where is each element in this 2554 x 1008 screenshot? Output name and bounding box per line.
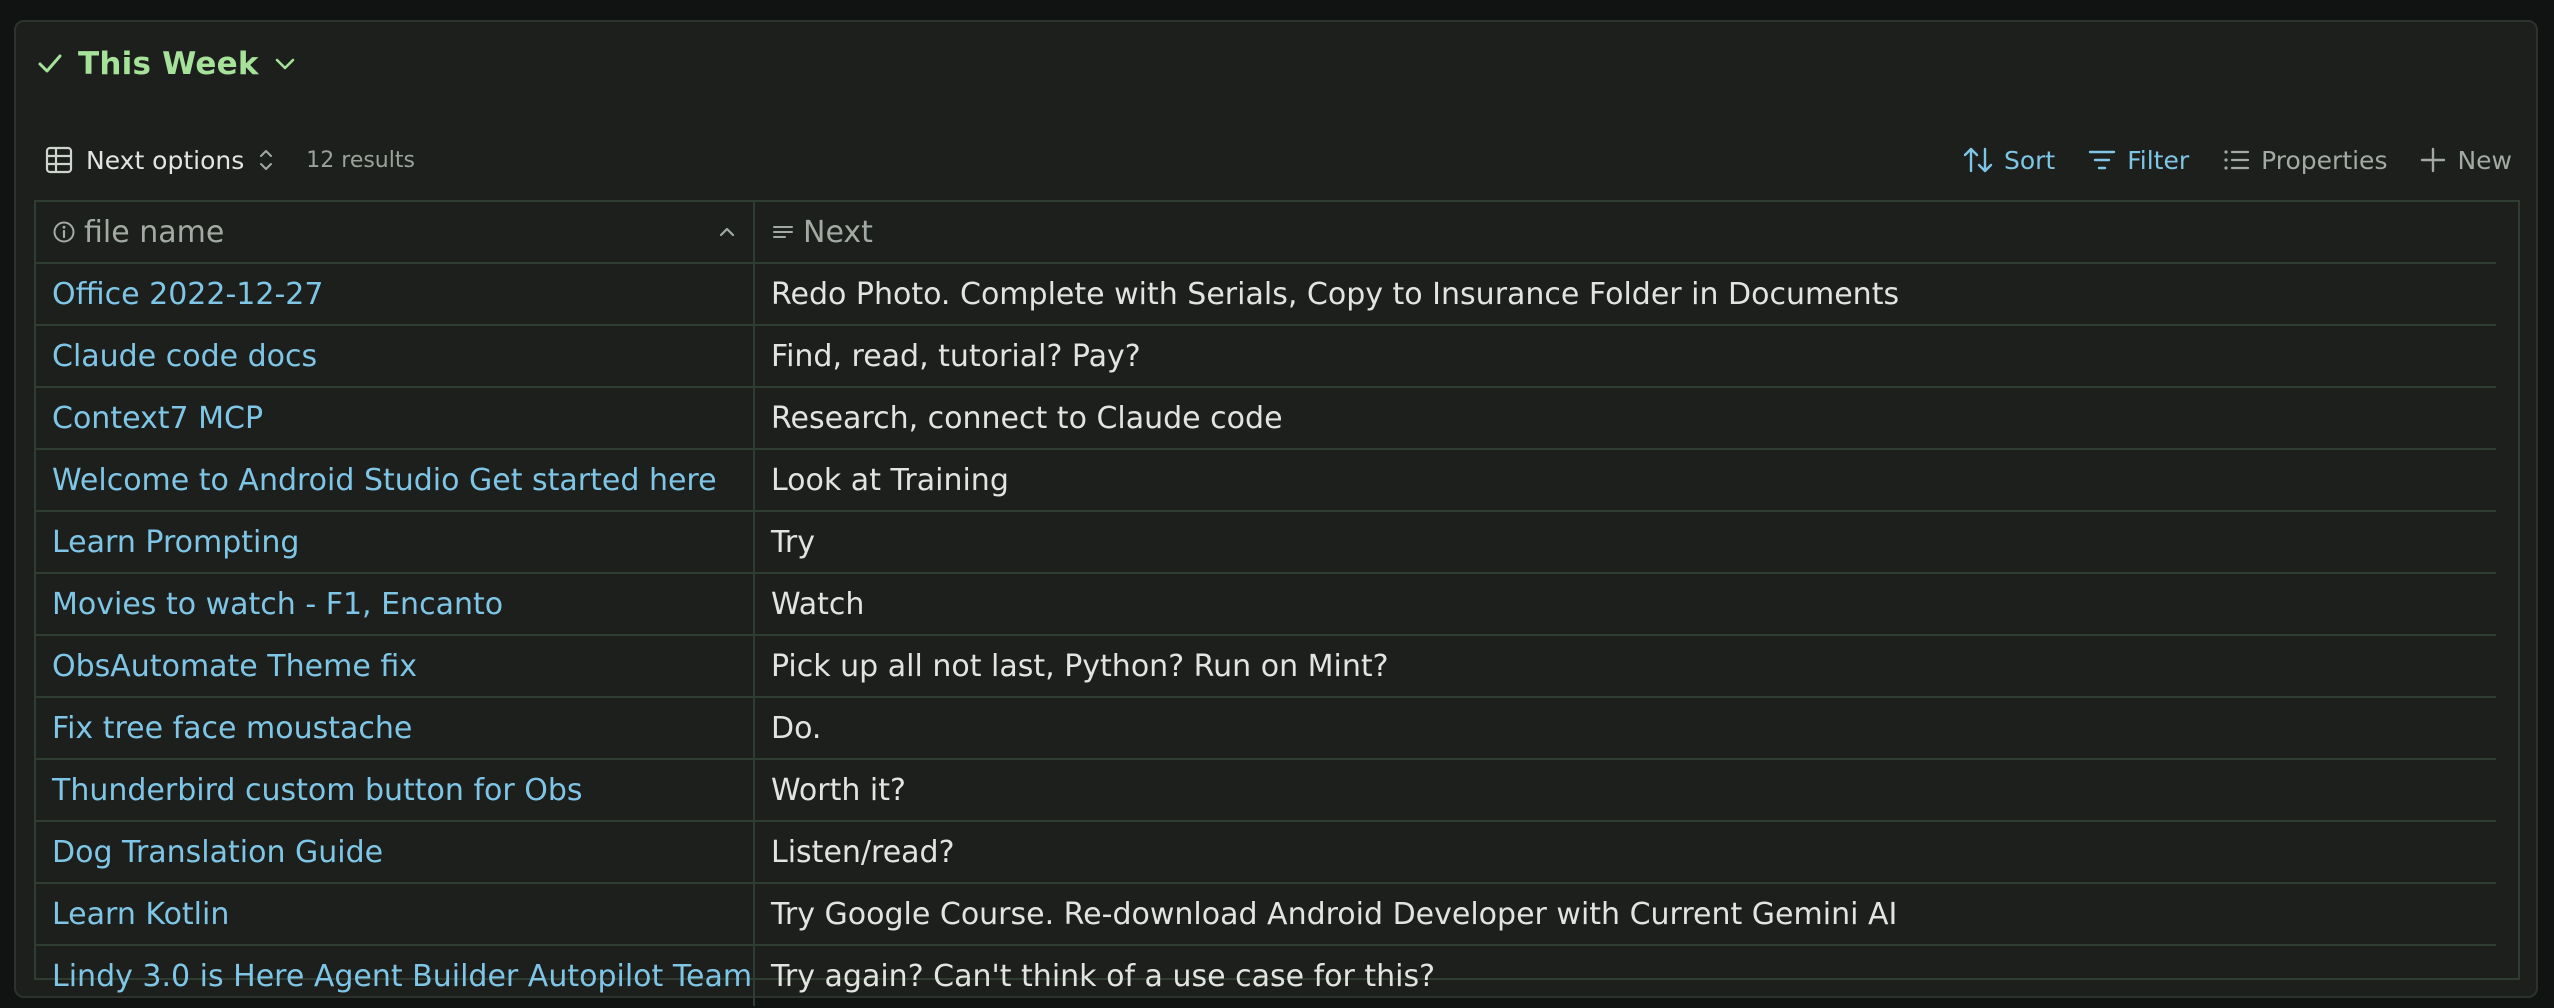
- next-cell[interactable]: Find, read, tutorial? Pay?: [754, 325, 2496, 388]
- table-row[interactable]: Learn Prompting Try: [36, 511, 2496, 574]
- next-cell[interactable]: Try again? Can't think of a use case for…: [754, 945, 2496, 1006]
- table-row[interactable]: Dog Translation Guide Listen/read?: [36, 821, 2496, 884]
- info-icon: [52, 220, 76, 244]
- table-row[interactable]: Claude code docs Find, read, tutorial? P…: [36, 325, 2496, 388]
- column-header-file-name[interactable]: file name: [36, 202, 755, 264]
- table-icon: [44, 145, 74, 175]
- table-row[interactable]: Office 2022-12-27 Redo Photo. Complete w…: [36, 263, 2496, 326]
- next-cell[interactable]: Try: [754, 511, 2496, 574]
- filter-label: Filter: [2127, 145, 2190, 175]
- properties-label: Properties: [2261, 145, 2388, 175]
- base-panel: This Week Next options 12 results Sort F…: [14, 20, 2538, 1006]
- chevron-down-icon[interactable]: [273, 52, 297, 76]
- column-header-next[interactable]: Next: [754, 202, 2496, 264]
- next-cell[interactable]: Pick up all not last, Python? Run on Min…: [754, 635, 2496, 698]
- file-link[interactable]: Claude code docs: [36, 325, 755, 388]
- base-toolbar: Next options 12 results Sort Filter Prop…: [44, 140, 2512, 180]
- chevron-up-down-icon: [256, 147, 276, 173]
- file-link[interactable]: Learn Kotlin: [36, 883, 755, 946]
- next-cell[interactable]: Listen/read?: [754, 821, 2496, 884]
- file-link[interactable]: Movies to watch - F1, Encanto: [36, 573, 755, 636]
- next-cell[interactable]: Worth it?: [754, 759, 2496, 822]
- table-row[interactable]: Learn Kotlin Try Google Course. Re-downl…: [36, 883, 2496, 946]
- sort-label: Sort: [2003, 145, 2056, 175]
- file-link[interactable]: Learn Prompting: [36, 511, 755, 574]
- section-header[interactable]: This Week: [36, 44, 297, 84]
- file-link[interactable]: Fix tree face moustache: [36, 697, 755, 760]
- file-link[interactable]: Office 2022-12-27: [36, 263, 755, 326]
- table-header-row: file name Next: [36, 202, 2496, 264]
- results-table: file name Next Office 2022-12-27 Redo Ph…: [34, 200, 2520, 1006]
- table-row[interactable]: Fix tree face moustache Do.: [36, 697, 2496, 760]
- chevron-up-icon[interactable]: [717, 222, 737, 242]
- filter-icon: [2087, 145, 2117, 175]
- filter-button[interactable]: Filter: [2087, 145, 2189, 175]
- file-link[interactable]: Context7 MCP: [36, 387, 755, 450]
- sort-arrows-icon: [1962, 145, 1994, 175]
- table-row[interactable]: Lindy 3.0 is Here Agent Builder Autopilo…: [36, 945, 2496, 1006]
- column-label: Next: [803, 214, 873, 250]
- section-title: This Week: [78, 46, 259, 82]
- next-cell[interactable]: Try Google Course. Re-download Android D…: [754, 883, 2496, 946]
- sort-button[interactable]: Sort: [1962, 145, 2055, 175]
- next-cell[interactable]: Do.: [754, 697, 2496, 760]
- file-link[interactable]: Welcome to Android Studio Get started he…: [36, 449, 755, 512]
- table-row[interactable]: Welcome to Android Studio Get started he…: [36, 449, 2496, 512]
- new-button[interactable]: New: [2419, 146, 2512, 175]
- next-cell[interactable]: Watch: [754, 573, 2496, 636]
- column-label: file name: [84, 214, 225, 250]
- view-selector[interactable]: Next options: [44, 145, 276, 175]
- table-row[interactable]: Movies to watch - F1, Encanto Watch: [36, 573, 2496, 636]
- next-cell[interactable]: Research, connect to Claude code: [754, 387, 2496, 450]
- text-lines-icon: [771, 220, 795, 244]
- check-icon: [36, 50, 64, 78]
- table-row[interactable]: ObsAutomate Theme fix Pick up all not la…: [36, 635, 2496, 698]
- file-link[interactable]: Dog Translation Guide: [36, 821, 755, 884]
- view-name: Next options: [86, 145, 245, 175]
- next-cell[interactable]: Look at Training: [754, 449, 2496, 512]
- file-link[interactable]: Thunderbird custom button for Obs: [36, 759, 755, 822]
- next-cell[interactable]: Redo Photo. Complete with Serials, Copy …: [754, 263, 2496, 326]
- new-label: New: [2457, 145, 2512, 175]
- file-link[interactable]: ObsAutomate Theme fix: [36, 635, 755, 698]
- list-icon: [2221, 145, 2251, 175]
- result-count: 12 results: [306, 147, 415, 173]
- table-row[interactable]: Thunderbird custom button for Obs Worth …: [36, 759, 2496, 822]
- properties-button[interactable]: Properties: [2221, 145, 2387, 175]
- table-row[interactable]: Context7 MCP Research, connect to Claude…: [36, 387, 2496, 450]
- file-link[interactable]: Lindy 3.0 is Here Agent Builder Autopilo…: [36, 945, 755, 1006]
- plus-icon: [2419, 146, 2447, 174]
